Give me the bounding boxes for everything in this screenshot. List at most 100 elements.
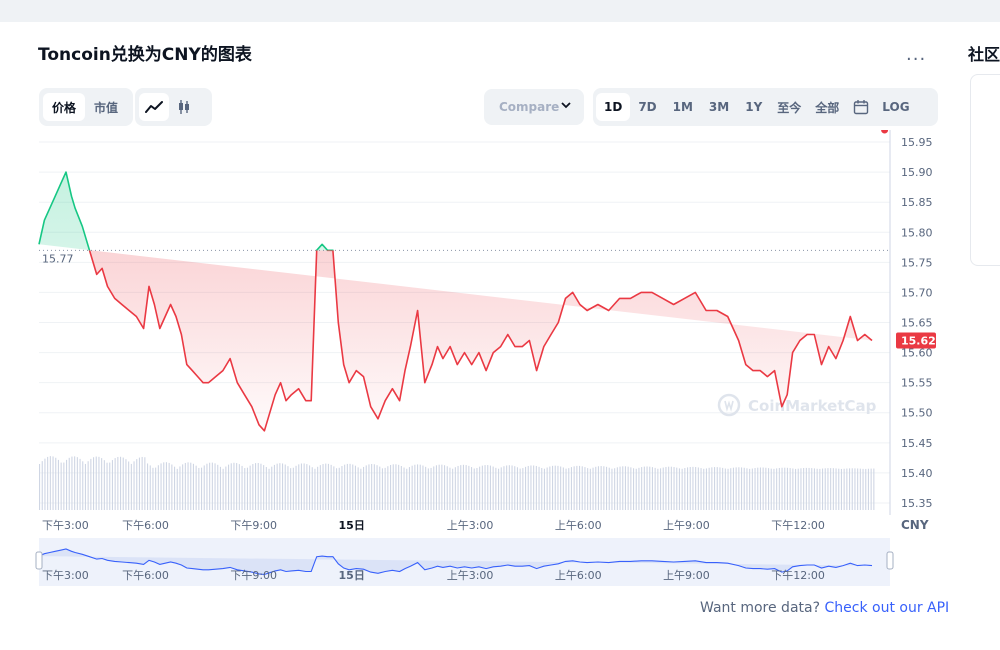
volume-bar: [430, 467, 432, 510]
volume-bar: [803, 468, 805, 510]
volume-bar: [579, 465, 581, 510]
volume-bar: [670, 466, 672, 510]
chart-style-toggle: [135, 88, 212, 126]
range-ytd-button[interactable]: 至今: [770, 93, 808, 121]
volume-bar: [174, 466, 176, 510]
range-navigator[interactable]: 下午3:00 下午6:00 下午9:00 15日 上午3:00 上午6:00 上午9:00 下…: [35, 538, 894, 586]
navigator-tick-label: 下午6:00: [122, 569, 169, 582]
volume-bar: [114, 458, 116, 510]
volume-bar: [822, 468, 824, 510]
volume-bar: [74, 456, 76, 510]
volume-bar: [55, 457, 57, 510]
volume-bar: [732, 467, 734, 510]
volume-bar: [398, 464, 400, 510]
volume-bar: [465, 465, 467, 510]
calendar-icon[interactable]: [846, 93, 876, 121]
volume-bar: [111, 460, 113, 510]
footer-question: Want more data?: [700, 600, 821, 616]
range-all-button[interactable]: 全部: [808, 93, 846, 121]
volume-bar: [746, 468, 748, 510]
range-1m-button[interactable]: 1M: [665, 93, 701, 121]
volume-bar: [581, 466, 583, 510]
volume-bar: [633, 468, 635, 510]
range-3m-button[interactable]: 3M: [701, 93, 737, 121]
volume-bar: [147, 463, 149, 510]
volume-bar: [403, 467, 405, 510]
x-tick-label: 上午9:00: [663, 519, 710, 532]
volume-bar: [182, 464, 184, 510]
volume-bar: [687, 467, 689, 510]
volume-bar: [665, 466, 667, 510]
volume-bar: [371, 463, 373, 510]
volume-bar: [441, 464, 443, 510]
volume-bar: [867, 468, 869, 510]
more-options-icon[interactable]: ...: [906, 44, 926, 65]
price-toggle-button[interactable]: 价格: [43, 93, 86, 121]
volume-bar: [322, 464, 324, 510]
y-axis: 15.35 15.40 15.45 15.50 15.55 15.60 15.65 15.70…: [889, 130, 933, 515]
y-tick-label: 15.75: [901, 256, 933, 269]
volume-bar: [422, 465, 424, 510]
volume-bar: [273, 464, 275, 510]
volume-bar: [776, 468, 778, 510]
volume-bar: [692, 466, 694, 510]
volume-bar: [330, 464, 332, 510]
volume-bar: [84, 463, 86, 510]
volume-bar: [214, 463, 216, 510]
volume-bar: [206, 463, 208, 510]
volume-bar: [641, 467, 643, 510]
volume-bar: [654, 467, 656, 510]
x-tick-label: 下午3:00: [42, 519, 89, 532]
range-7d-button[interactable]: 7D: [630, 93, 664, 121]
y-tick-label: 15.80: [901, 226, 933, 239]
volume-bar: [190, 462, 192, 510]
price-chart[interactable]: CoinMarketCap 15.77 15.62 15.3515.4015.4…: [0, 130, 1000, 595]
volume-bar: [662, 467, 664, 510]
market-cap-toggle-button[interactable]: 市值: [85, 93, 127, 121]
api-link[interactable]: Check out our API: [824, 600, 949, 616]
volume-bar: [649, 466, 651, 510]
volume-bar: [873, 468, 875, 510]
volume-bar: [390, 464, 392, 510]
volume-bar: [44, 458, 46, 510]
navigator-tick-label: 下午12:00: [771, 569, 825, 582]
volume-bar: [435, 465, 437, 510]
watermark: CoinMarketCap: [717, 393, 877, 417]
log-scale-button[interactable]: LOG: [876, 93, 915, 121]
volume-bar: [219, 466, 221, 510]
volume-bar: [843, 468, 845, 510]
line-chart-icon[interactable]: [139, 93, 169, 121]
volume-bar: [217, 464, 219, 510]
x-tick-label: 上午6:00: [555, 519, 602, 532]
volume-bar: [541, 467, 543, 510]
volume-bar: [722, 467, 724, 510]
volume-bar: [589, 468, 591, 510]
y-tick-label: 15.50: [901, 407, 933, 420]
volume-bar: [522, 468, 524, 510]
volume-bar: [241, 465, 243, 510]
volume-bar: [751, 468, 753, 510]
compare-dropdown[interactable]: Compare: [484, 89, 584, 125]
volume-bar: [379, 466, 381, 510]
volume-bar: [738, 467, 740, 510]
navigator-right-handle[interactable]: [886, 551, 894, 570]
volume-bar: [68, 457, 70, 510]
volume-bar: [298, 464, 300, 510]
volume-bar: [387, 466, 389, 510]
volume-bar: [570, 467, 572, 510]
range-1d-button[interactable]: 1D: [596, 93, 631, 121]
y-tick-label: 15.60: [901, 347, 933, 360]
volume-bar: [47, 456, 49, 510]
volume-bar: [128, 461, 130, 510]
volume-bar: [630, 467, 632, 510]
volume-bar: [552, 465, 554, 510]
volume-bar: [768, 468, 770, 510]
volume-bar: [840, 468, 842, 510]
candlestick-icon[interactable]: [169, 93, 199, 121]
volume-bar: [697, 467, 699, 510]
volume-bar: [832, 468, 834, 510]
range-1y-button[interactable]: 1Y: [737, 93, 770, 121]
range-selector: 1D 7D 1M 3M 1Y 至今 全部 LOG: [593, 88, 938, 126]
navigator-left-handle[interactable]: [35, 551, 43, 570]
volume-bar: [708, 467, 710, 510]
